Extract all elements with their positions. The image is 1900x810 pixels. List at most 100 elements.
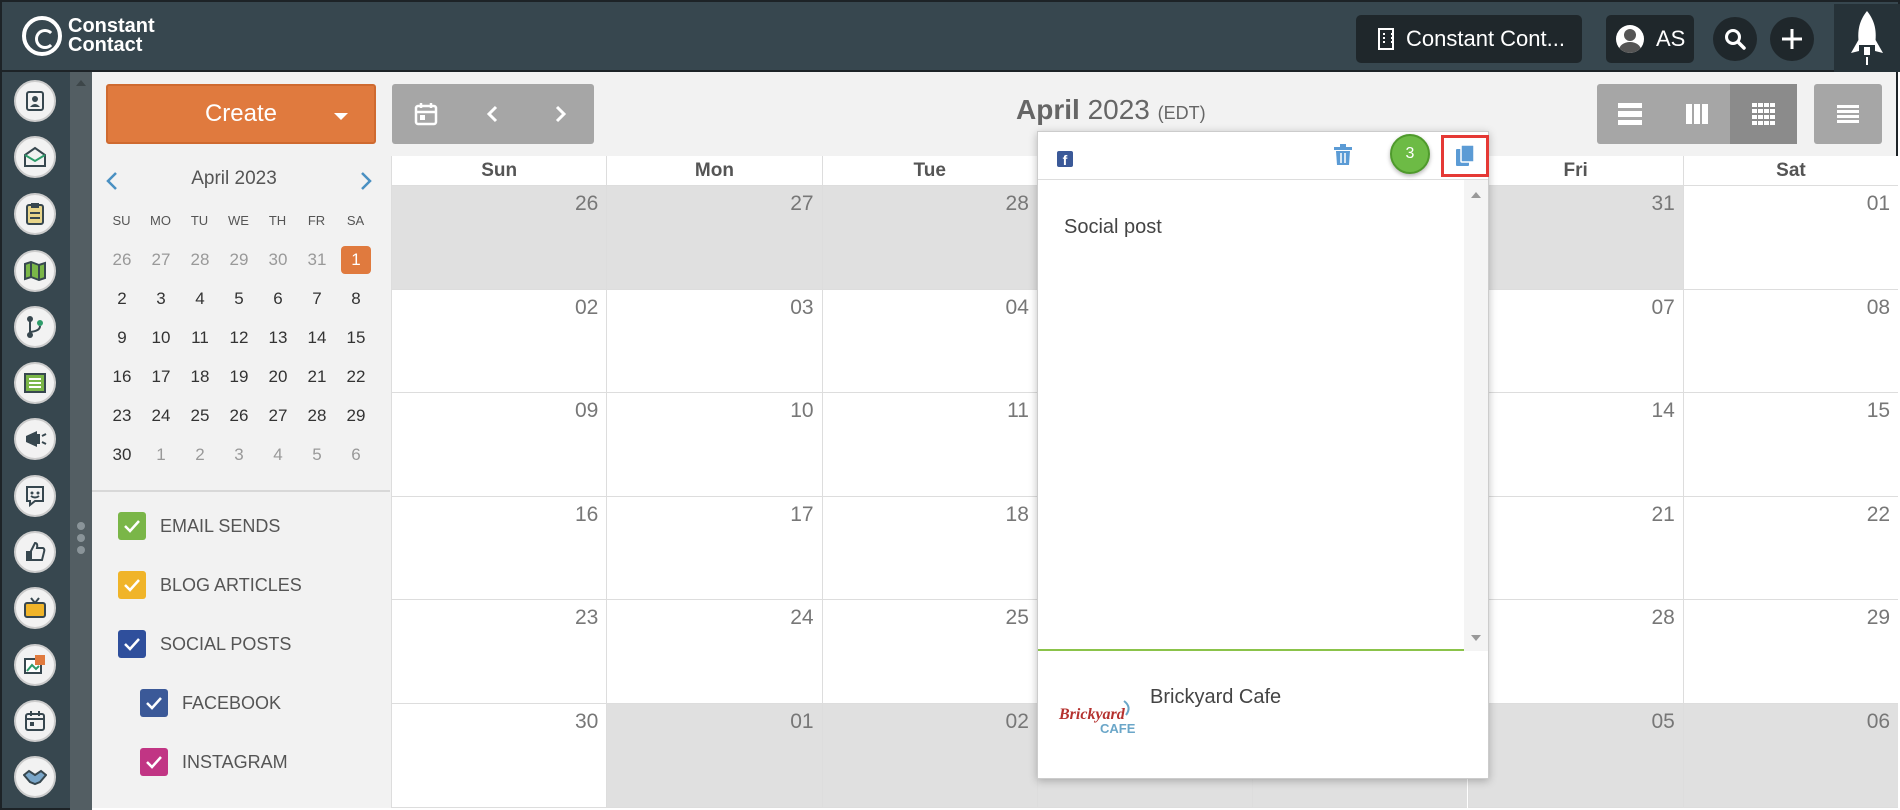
checkbox-checked-icon[interactable] xyxy=(118,630,146,658)
calendar-day-cell[interactable]: 21 xyxy=(1467,496,1683,601)
handshake-icon[interactable] xyxy=(14,756,56,798)
calendar-day-cell[interactable]: 29 xyxy=(1682,600,1899,704)
mini-calendar-day[interactable]: 14 xyxy=(302,324,332,352)
scroll-up-arrow[interactable] xyxy=(1471,192,1481,198)
mini-calendar-day[interactable]: 29 xyxy=(224,246,254,274)
mini-calendar-day[interactable]: 24 xyxy=(146,402,176,430)
mini-calendar-day[interactable]: 28 xyxy=(302,402,332,430)
calendar-day-cell[interactable]: 31 xyxy=(1467,186,1683,290)
delete-post-button[interactable] xyxy=(1333,144,1353,171)
mini-calendar-day[interactable]: 25 xyxy=(185,402,215,430)
calendar-day-cell[interactable]: 07 xyxy=(1467,289,1683,394)
calendar-day-cell[interactable]: 11 xyxy=(821,393,1037,497)
mini-calendar-day[interactable]: 26 xyxy=(107,246,137,274)
survey-icon[interactable] xyxy=(14,475,56,517)
popup-scrollbar[interactable] xyxy=(1464,180,1488,651)
mini-calendar-day[interactable]: 21 xyxy=(302,363,332,391)
mini-calendar-day[interactable]: 23 xyxy=(107,402,137,430)
filter-facebook[interactable]: FACEBOOK xyxy=(140,689,281,717)
checkbox-checked-icon[interactable] xyxy=(118,512,146,540)
calendar-day-cell[interactable]: 28 xyxy=(1467,600,1683,704)
mini-calendar-day[interactable]: 3 xyxy=(224,441,254,469)
add-button[interactable] xyxy=(1770,17,1814,61)
mini-calendar-day[interactable]: 30 xyxy=(107,441,137,469)
image-library-icon[interactable] xyxy=(14,644,56,686)
filter-social-posts[interactable]: SOCIAL POSTS xyxy=(118,630,291,658)
account-switcher-button[interactable]: Constant Cont... xyxy=(1356,15,1582,63)
calendar-day-cell[interactable]: 23 xyxy=(391,600,607,704)
map-icon[interactable] xyxy=(14,250,56,292)
mini-calendar-day[interactable]: 3 xyxy=(146,285,176,313)
mini-calendar-day[interactable]: 10 xyxy=(146,324,176,352)
tv-icon[interactable] xyxy=(14,587,56,629)
mini-calendar-day[interactable]: 28 xyxy=(185,246,215,274)
calendar-day-cell[interactable]: 27 xyxy=(606,186,822,290)
mini-calendar-day[interactable]: 16 xyxy=(107,363,137,391)
calendar-day-cell[interactable]: 02 xyxy=(391,289,607,394)
mini-calendar-day[interactable]: 6 xyxy=(341,441,371,469)
reports-list-icon[interactable] xyxy=(14,362,56,404)
mini-calendar-day[interactable]: 22 xyxy=(341,363,371,391)
mini-calendar-day[interactable]: 29 xyxy=(341,402,371,430)
mini-calendar-day[interactable]: 12 xyxy=(224,324,254,352)
calendar-day-cell[interactable]: 08 xyxy=(1682,289,1899,394)
mini-calendar-day[interactable]: 6 xyxy=(263,285,293,313)
previous-month-button[interactable] xyxy=(459,84,526,144)
mini-calendar-day[interactable]: 19 xyxy=(224,363,254,391)
rocket-button[interactable] xyxy=(1834,4,1900,72)
mini-calendar-day[interactable]: 27 xyxy=(146,246,176,274)
filter-instagram[interactable]: INSTAGRAM xyxy=(140,748,288,776)
filter-email-sends[interactable]: EMAIL SENDS xyxy=(118,512,280,540)
checkbox-checked-icon[interactable] xyxy=(118,571,146,599)
constant-contact-logo[interactable]: Constant Contact xyxy=(22,16,168,56)
mini-calendar-day[interactable]: 4 xyxy=(185,285,215,313)
checkbox-checked-icon[interactable] xyxy=(140,689,168,717)
calendar-day-cell[interactable]: 22 xyxy=(1682,496,1899,601)
calendar-day-cell[interactable]: 06 xyxy=(1682,704,1899,808)
calendar-day-cell[interactable]: 02 xyxy=(821,704,1037,808)
mini-calendar-day[interactable]: 2 xyxy=(185,441,215,469)
calendar-day-cell[interactable]: 30 xyxy=(391,704,607,808)
next-month-button[interactable] xyxy=(526,84,593,144)
mini-calendar-day[interactable]: 2 xyxy=(107,285,137,313)
mini-calendar-day[interactable]: 7 xyxy=(302,285,332,313)
calendar-day-cell[interactable]: 03 xyxy=(606,289,822,394)
drag-handle-icon[interactable] xyxy=(77,522,85,558)
clipboard-icon[interactable] xyxy=(14,193,56,235)
calendar-day-cell[interactable]: 01 xyxy=(1682,186,1899,290)
calendar-day-cell[interactable]: 28 xyxy=(821,186,1037,290)
calendar-day-cell[interactable]: 24 xyxy=(606,600,822,704)
thumbs-up-icon[interactable] xyxy=(14,531,56,573)
mini-calendar-day[interactable]: 26 xyxy=(224,402,254,430)
email-campaigns-icon[interactable] xyxy=(14,136,56,178)
sidebar-collapse-rail[interactable] xyxy=(70,72,92,810)
calendar-day-cell[interactable]: 05 xyxy=(1467,704,1683,808)
contacts-icon[interactable] xyxy=(14,80,56,122)
mini-calendar-day[interactable]: 11 xyxy=(185,324,215,352)
mini-calendar-day[interactable]: 30 xyxy=(263,246,293,274)
mini-calendar-day[interactable]: 18 xyxy=(185,363,215,391)
user-menu-button[interactable]: AS xyxy=(1606,15,1694,63)
search-button[interactable] xyxy=(1713,17,1757,61)
calendar-day-cell[interactable]: 10 xyxy=(606,393,822,497)
calendar-day-cell[interactable]: 25 xyxy=(821,600,1037,704)
create-button[interactable]: Create xyxy=(106,84,376,144)
megaphone-icon[interactable] xyxy=(14,418,56,460)
mini-calendar-day[interactable]: 27 xyxy=(263,402,293,430)
scroll-up-arrow[interactable] xyxy=(76,80,86,86)
calendar-day-cell[interactable]: 16 xyxy=(391,496,607,601)
calendar-day-cell[interactable]: 14 xyxy=(1467,393,1683,497)
mini-calendar-day[interactable]: 20 xyxy=(263,363,293,391)
list-view-button[interactable] xyxy=(1814,84,1882,144)
week-view-button[interactable] xyxy=(1664,84,1731,144)
calendar-day-cell[interactable]: 18 xyxy=(821,496,1037,601)
mini-calendar-day[interactable]: 1 xyxy=(146,441,176,469)
calendar-nav-icon[interactable] xyxy=(14,700,56,742)
checkbox-checked-icon[interactable] xyxy=(140,748,168,776)
calendar-day-cell[interactable]: 04 xyxy=(821,289,1037,394)
calendar-day-cell[interactable]: 26 xyxy=(391,186,607,290)
mini-calendar-day[interactable]: 15 xyxy=(341,324,371,352)
calendar-day-cell[interactable]: 01 xyxy=(606,704,822,808)
chevron-down-icon[interactable] xyxy=(334,113,348,120)
calendar-day-cell[interactable]: 17 xyxy=(606,496,822,601)
